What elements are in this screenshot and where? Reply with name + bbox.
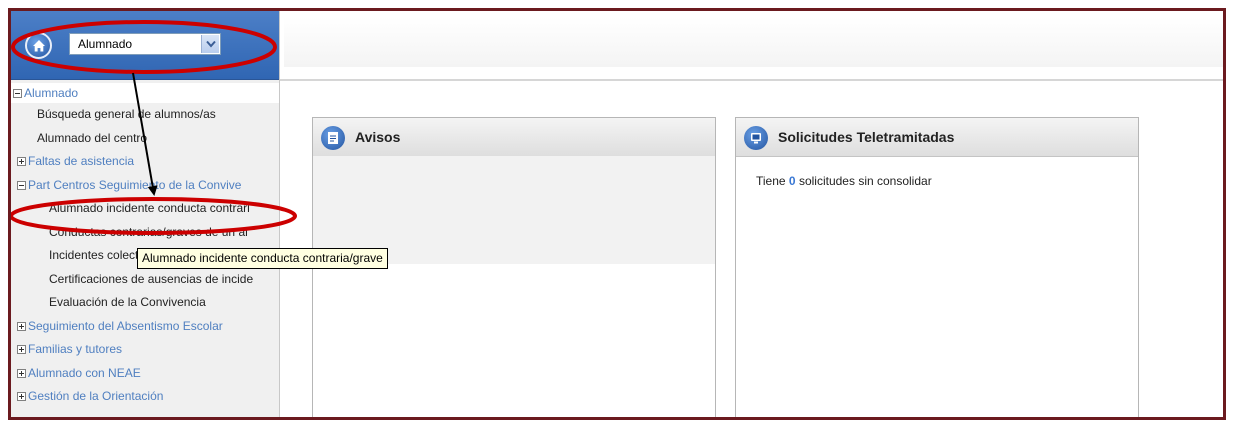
expand-icon[interactable] (17, 368, 26, 378)
select-arrow-button[interactable] (201, 35, 219, 53)
tree-node-alumnado-neae[interactable]: Alumnado con NEAE (11, 362, 279, 386)
tree-item-conductas-contrarias[interactable]: Conductas contrarias/graves de un al (11, 221, 279, 245)
solicitudes-panel-header: Solicitudes Teletramitadas (736, 118, 1138, 157)
tree-item-busqueda-general[interactable]: Búsqueda general de alumnos/as (11, 103, 279, 127)
application-frame: Alumnado Alumnado Búsqueda general de al… (8, 8, 1226, 420)
tree-node-gestion-orientacion[interactable]: Gestión de la Orientación (11, 385, 279, 409)
tree-item-alumnado-centro[interactable]: Alumnado del centro (11, 127, 279, 151)
sidebar-topbar: Alumnado (11, 11, 279, 80)
avisos-title: Avisos (355, 129, 401, 145)
monitor-icon (744, 126, 768, 150)
solicitudes-count-link[interactable]: 0 (789, 174, 796, 188)
expand-icon[interactable] (17, 392, 26, 401)
expand-icon[interactable] (17, 157, 26, 166)
avisos-panel-header: Avisos (313, 118, 715, 157)
sidebar: Alumnado Alumnado Búsqueda general de al… (11, 11, 280, 417)
tree-node-absentismo[interactable]: Seguimiento del Absentismo Escolar (11, 315, 279, 339)
chevron-down-icon (205, 40, 216, 48)
tree-item-certificaciones-ausencias[interactable]: Certificaciones de ausencias de incide (11, 268, 279, 292)
avisos-scrollbar[interactable] (317, 418, 347, 420)
solicitudes-suffix: solicitudes sin consolidar (798, 174, 932, 188)
tree-node-alumnado[interactable]: Alumnado (11, 83, 279, 103)
navigation-tree: Alumnado Búsqueda general de alumnos/as … (11, 83, 279, 409)
tree-item-alumnado-incidente[interactable]: Alumnado incidente conducta contrari (11, 197, 279, 221)
solicitudes-panel: Solicitudes Teletramitadas Tiene 0 solic… (735, 117, 1139, 417)
home-button[interactable] (25, 32, 52, 59)
home-icon (32, 39, 45, 51)
solicitudes-summary: Tiene 0 solicitudes sin consolidar (756, 174, 932, 188)
solicitudes-prefix: Tiene (756, 174, 786, 188)
tree-node-seguimiento-convivencia[interactable]: Part Centros Seguimiento de la Convive (11, 174, 279, 198)
avisos-content (313, 156, 715, 420)
tree-item-evaluacion-convivencia[interactable]: Evaluación de la Convivencia (11, 291, 279, 315)
collapse-icon[interactable] (13, 89, 22, 98)
tree-node-familias-tutores[interactable]: Familias y tutores (11, 338, 279, 362)
module-select-value: Alumnado (78, 37, 133, 51)
solicitudes-title: Solicitudes Teletramitadas (778, 129, 955, 145)
tooltip: Alumnado incidente conducta contraria/gr… (137, 248, 388, 269)
main-header (280, 11, 1223, 81)
expand-icon[interactable] (17, 321, 26, 331)
main-header-band (284, 17, 1223, 67)
collapse-icon[interactable] (17, 180, 26, 190)
document-icon (321, 126, 345, 150)
tree-node-faltas-asistencia[interactable]: Faltas de asistencia (11, 150, 279, 174)
expand-icon[interactable] (17, 345, 26, 354)
module-select[interactable]: Alumnado (69, 33, 221, 55)
